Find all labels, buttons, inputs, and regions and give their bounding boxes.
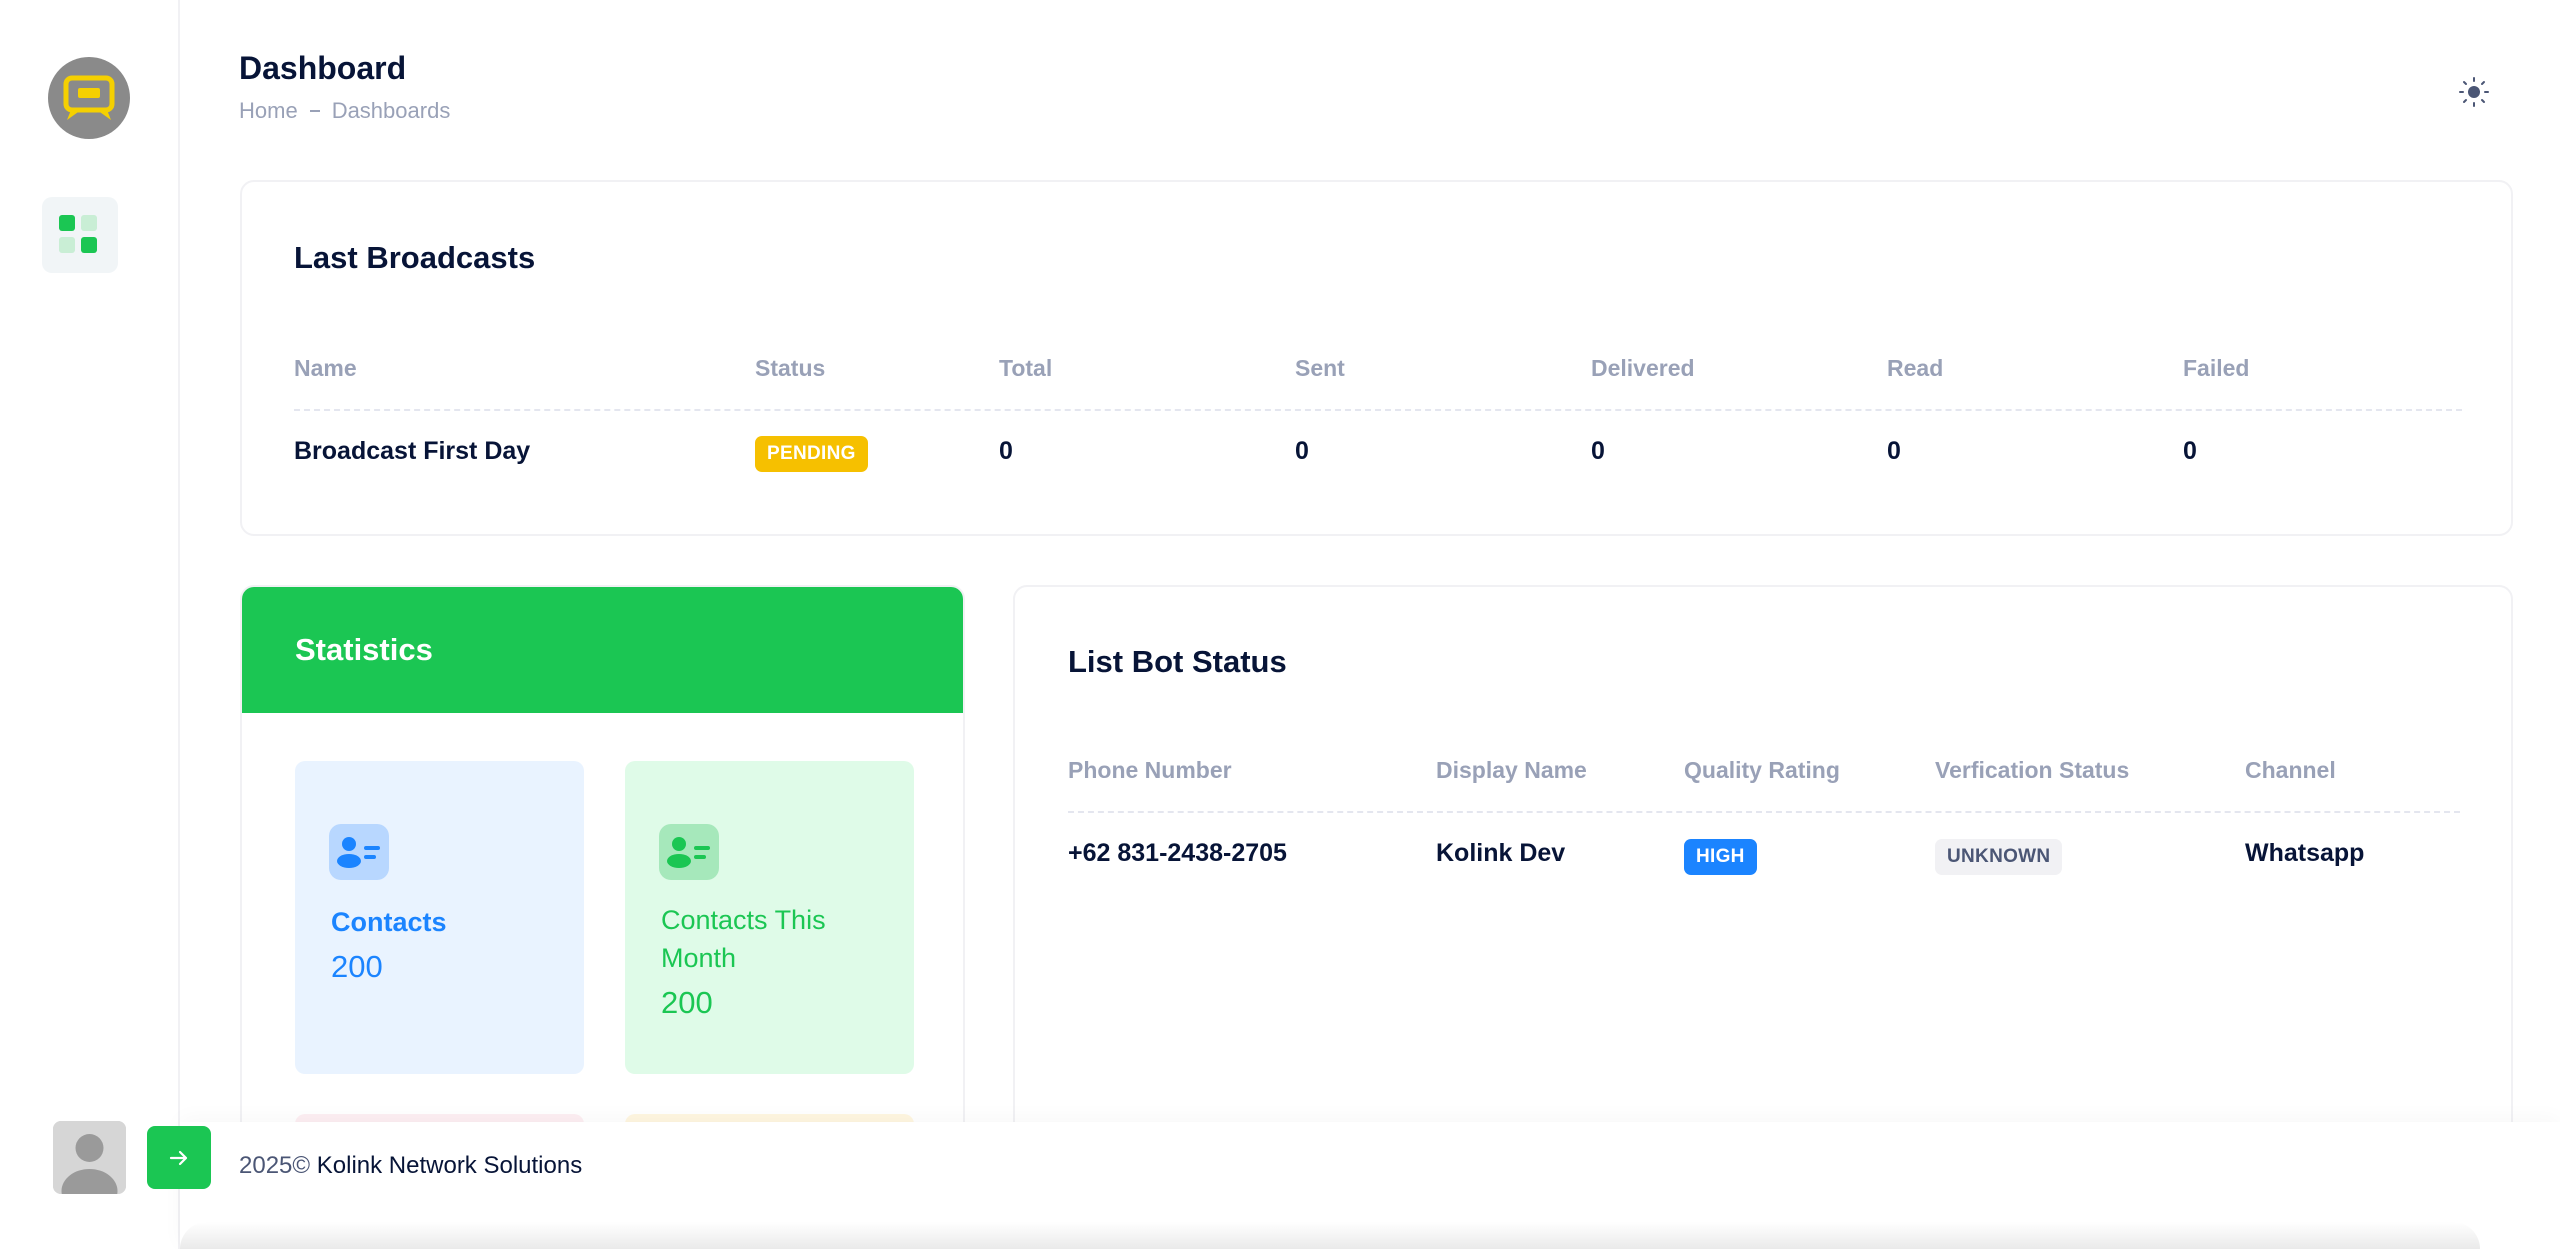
breadcrumb-home[interactable]: Home [239,98,298,124]
chat-bubble-icon [63,75,115,120]
column-header-delivered: Delivered [1591,355,1695,381]
verification-badge: UNKNOWN [1935,839,2063,875]
sign-out-button[interactable] [147,1126,211,1189]
breadcrumb-current: Dashboards [331,98,451,123]
footer-shadow [180,1222,2480,1249]
quality-badge: HIGH [1684,839,1757,875]
grid-icon-cell [59,237,75,253]
sidebar-item-dashboard[interactable] [42,197,118,273]
column-header-sent: Sent [1295,355,1345,381]
column-header-name: Name [294,355,357,381]
column-header-channel: Channel [2245,757,2336,783]
grid-icon-cell [81,237,97,253]
column-header-read: Read [1887,355,1944,381]
bot-channel: Whatsapp [2245,839,2365,867]
broadcast-read: 0 [1887,437,1901,465]
avatar[interactable] [53,1121,126,1194]
table-divider [294,409,2462,411]
column-header-verification: Verfication Status [1935,757,2130,783]
column-header-total: Total [999,355,1053,381]
statistics-title: Statistics [295,632,433,667]
broadcast-failed: 0 [2183,437,2197,465]
stat-label: Contacts This Month [661,905,826,973]
bot-display-name: Kolink Dev [1436,839,1566,867]
broadcast-sent: 0 [1295,437,1309,465]
footer-year: 2025© [239,1152,311,1179]
broadcast-name[interactable]: Broadcast First Day [294,437,530,466]
grid-icon-cell [81,215,97,231]
sun-icon [2459,77,2489,107]
footer-company-link[interactable]: Kolink Network Solutions [317,1152,582,1179]
breadcrumb-separator [309,110,320,112]
column-header-failed: Failed [2183,355,2250,381]
user-avatar-icon [53,1121,126,1194]
card-title: Last Broadcasts [294,240,536,275]
bot-status-card: List Bot Status Phone Number Display Nam… [1013,585,2513,1205]
column-header-quality: Quality Rating [1684,757,1840,783]
status-badge: PENDING [755,436,868,472]
contact-card-icon [659,824,719,880]
broadcast-total: 0 [999,437,1013,465]
app-logo[interactable] [48,57,130,139]
arrow-right-icon [169,1150,188,1165]
grid-icon [59,215,75,231]
page-title: Dashboard [239,50,407,86]
column-header-display-name: Display Name [1436,757,1587,783]
bot-phone[interactable]: +62 831-2438-2705 [1068,839,1287,868]
theme-toggle-button[interactable] [2452,70,2496,114]
broadcast-delivered: 0 [1591,437,1605,465]
sidebar [0,0,180,1249]
stat-value: 200 [331,949,383,984]
last-broadcasts-card: Last Broadcasts Name Status Total Sent D… [240,180,2513,536]
stat-tile-contacts[interactable]: Contacts 200 [295,761,584,1074]
footer-copyright: 2025© Kolink Network Solutions [239,1152,582,1180]
card-title: List Bot Status [1068,644,1287,679]
stat-label: Contacts [331,907,447,937]
table-divider [1068,811,2460,813]
breadcrumb: Home Dashboards [239,98,450,124]
stat-value: 200 [661,985,713,1020]
column-header-status: Status [755,355,826,381]
column-header-phone: Phone Number [1068,757,1232,783]
statistics-header: Statistics [242,587,963,713]
stat-tile-contacts-this-month[interactable]: Contacts This Month 200 [625,761,914,1074]
contact-card-icon [329,824,389,880]
